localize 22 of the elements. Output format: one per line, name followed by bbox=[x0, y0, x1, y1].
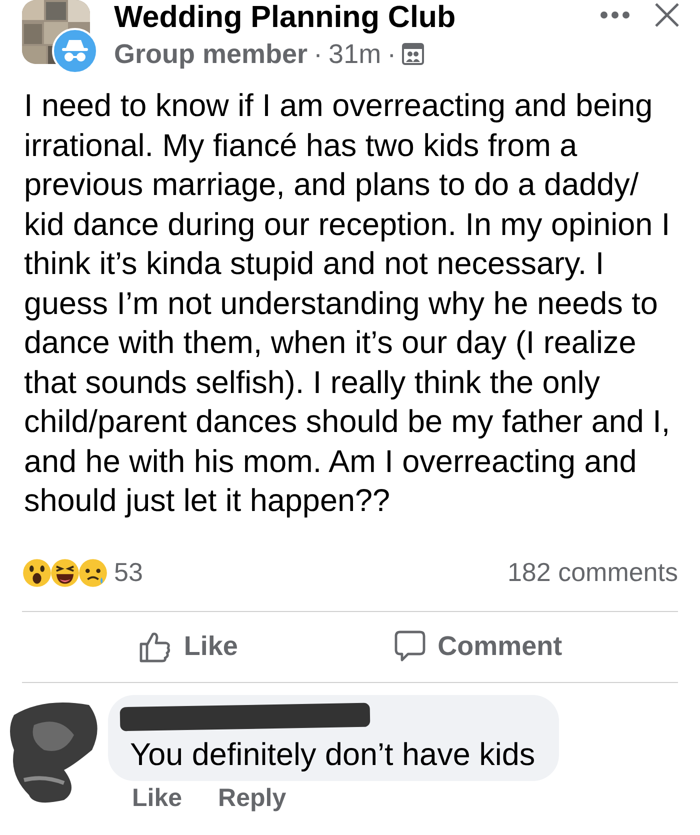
sad-reaction-icon[interactable] bbox=[78, 558, 108, 588]
close-icon[interactable] bbox=[654, 2, 680, 28]
separator: · bbox=[387, 38, 396, 71]
thumbs-up-icon bbox=[138, 630, 172, 664]
more-options-icon[interactable] bbox=[600, 11, 630, 19]
comment-action-link[interactable]: Reply bbox=[218, 782, 286, 812]
reaction-count[interactable]: 53 bbox=[114, 553, 143, 592]
separator: · bbox=[314, 38, 323, 71]
comment-count[interactable]: 182 comments bbox=[507, 553, 678, 592]
group-privacy-icon bbox=[402, 43, 424, 65]
anonymous-member-icon bbox=[52, 28, 98, 74]
haha-reaction-icon[interactable] bbox=[50, 558, 80, 588]
wow-reaction-icon[interactable] bbox=[22, 558, 52, 588]
author-label: Group member bbox=[114, 38, 308, 71]
post-text: I need to know if I am overreacting and being irrational. My fiancé has two kids from a previous marriage, and plans to do a daddy/ kid dance during our reception. In my opinion I think it’s kinda stupid and not necessary. I guess I’m not understanding why he needs to dance with them, when it’s our day (I realize that sounds selfish). I really think the only child/parent dances should be my father and I, and he with his mom. Am I overreacting and should just let it happen?? bbox=[23, 86, 672, 520]
group-name[interactable]: Wedding Planning Club bbox=[114, 0, 600, 34]
speech-bubble-icon bbox=[394, 630, 426, 664]
comment-button[interactable]: Comment bbox=[394, 626, 562, 667]
post-time: 31m bbox=[328, 38, 382, 71]
comment-text: You definitely don’t have kids bbox=[130, 734, 536, 772]
like-button[interactable]: Like bbox=[138, 626, 238, 667]
comment-action-link[interactable]: Like bbox=[132, 782, 182, 812]
